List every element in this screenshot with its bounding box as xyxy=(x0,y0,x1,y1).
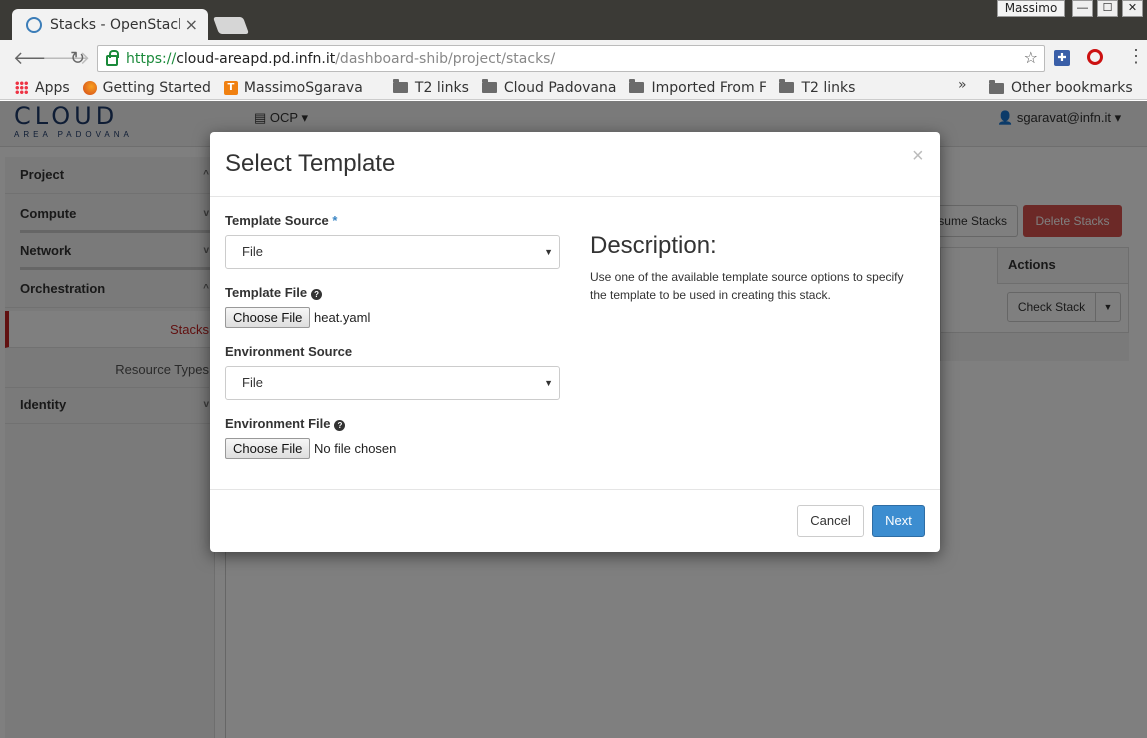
bookmark-imported[interactable]: Imported From Fi xyxy=(629,79,766,96)
environment-file-choose-button[interactable]: Choose File xyxy=(225,438,311,459)
folder-icon xyxy=(481,79,497,93)
bookmark-getting-started[interactable]: Getting Started xyxy=(82,80,211,96)
browser-tab-stacks[interactable]: Stacks - OpenStack × xyxy=(12,9,208,40)
bookmarks-bar: Apps Getting Started T MassimoSgarava T2… xyxy=(0,76,1147,100)
help-question-icon[interactable]: ? xyxy=(311,289,323,300)
apps-grid-icon xyxy=(15,81,28,94)
template-file-choose-button[interactable]: Choose File xyxy=(225,307,311,328)
reload-icon[interactable]: ↻ xyxy=(70,48,85,69)
new-tab-button[interactable] xyxy=(212,17,250,34)
bookmark-star-icon[interactable]: ☆ xyxy=(1024,48,1038,67)
browser-menu-icon[interactable]: ⋮ xyxy=(1127,46,1145,67)
modal-header-divider xyxy=(210,196,940,197)
bookmark-massimo[interactable]: T MassimoSgarava xyxy=(223,80,380,96)
folder-icon xyxy=(629,79,645,93)
folder-icon xyxy=(989,79,1004,94)
cancel-button[interactable]: Cancel xyxy=(797,505,864,537)
template-source-label: Template Source * xyxy=(225,213,338,228)
url-scheme: https:// xyxy=(126,50,177,67)
template-file-label: Template File? xyxy=(225,285,323,300)
modal-close-icon[interactable]: × xyxy=(912,145,924,168)
secure-lock-icon xyxy=(106,50,119,66)
opera-extension-icon[interactable] xyxy=(1087,49,1103,65)
environment-source-label: Environment Source xyxy=(225,344,353,359)
tab-title: Stacks - OpenStack xyxy=(50,16,180,33)
description-text: Use one of the available template source… xyxy=(590,270,904,302)
tab-close-icon[interactable]: × xyxy=(185,15,198,34)
bookmarks-overflow-icon[interactable]: » xyxy=(958,77,967,93)
bookmark-t2-links-2[interactable]: T2 links xyxy=(779,79,855,96)
folder-icon xyxy=(779,79,795,93)
other-bookmarks[interactable]: Other bookmarks xyxy=(989,76,1133,100)
modal-title: Select Template xyxy=(225,150,396,177)
tweakers-icon: T xyxy=(223,80,238,95)
firefox-icon xyxy=(82,80,97,95)
openstack-favicon-icon xyxy=(26,16,42,33)
environment-source-select[interactable]: File ▼ xyxy=(225,366,560,400)
environment-file-label: Environment File? xyxy=(225,416,346,431)
template-source-select[interactable]: File ▼ xyxy=(225,235,560,269)
select-caret-icon: ▼ xyxy=(544,378,553,388)
bookmark-t2-links[interactable]: T2 links xyxy=(392,79,469,96)
next-button[interactable]: Next xyxy=(872,505,925,537)
environment-file-name: No file chosen xyxy=(314,441,397,456)
description-heading: Description: xyxy=(590,232,717,259)
help-question-icon[interactable]: ? xyxy=(334,420,346,431)
select-template-modal: Select Template × Template Source * File… xyxy=(210,132,940,552)
extension-puzzle-icon[interactable]: ✚ xyxy=(1054,50,1070,66)
window-maximize-icon[interactable]: ☐ xyxy=(1097,0,1118,17)
folder-icon xyxy=(392,79,408,93)
bookmark-apps[interactable]: Apps xyxy=(15,80,70,96)
bookmark-cloud-padovana[interactable]: Cloud Padovana xyxy=(481,79,616,96)
window-minimize-icon[interactable]: — xyxy=(1072,0,1093,17)
browser-profile-name[interactable]: Massimo xyxy=(997,0,1065,17)
url-path: /dashboard-shib/project/stacks/ xyxy=(335,50,556,67)
template-file-name: heat.yaml xyxy=(314,310,371,325)
window-close-icon[interactable]: ✕ xyxy=(1122,0,1143,17)
required-asterisk: * xyxy=(332,213,338,228)
address-bar[interactable]: https://cloud-areapd.pd.infn.it/dashboar… xyxy=(97,45,1045,72)
modal-footer-divider xyxy=(210,489,940,490)
url-host: cloud-areapd.pd.infn.it xyxy=(176,50,336,67)
select-caret-icon: ▼ xyxy=(544,247,553,257)
